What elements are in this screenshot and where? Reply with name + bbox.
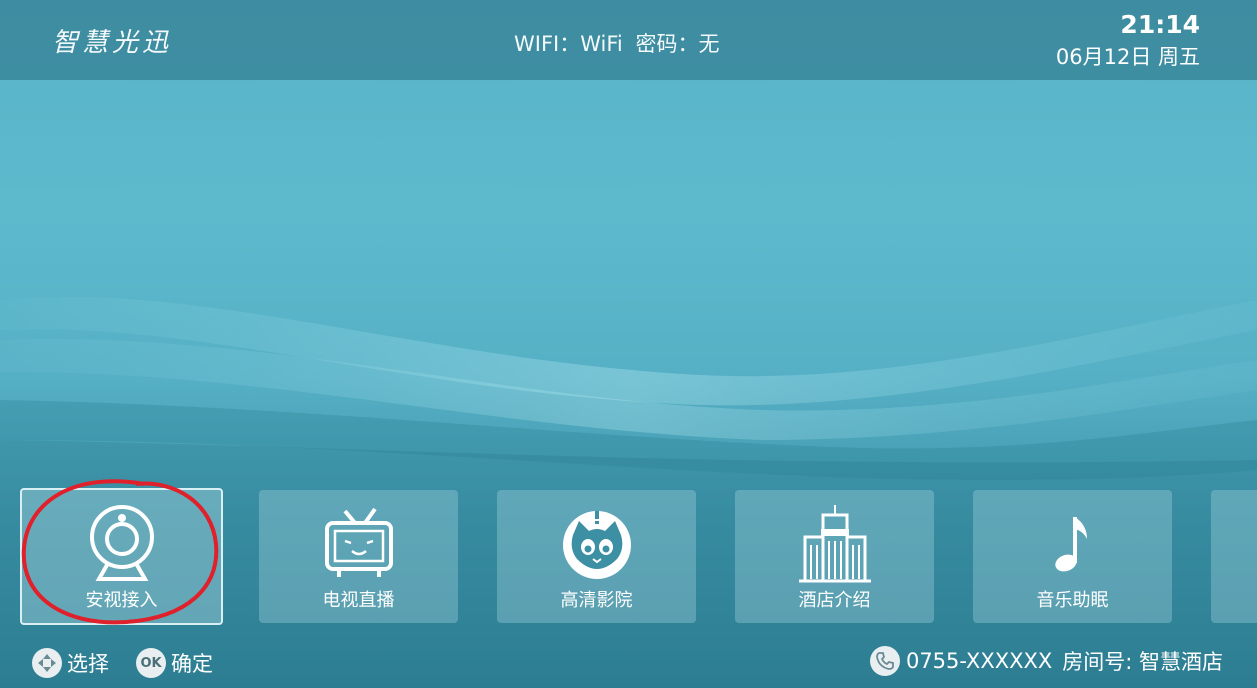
phone-number: 0755-XXXXXX (905, 649, 1053, 673)
tile-music-sleep[interactable]: 音乐助眠 (973, 490, 1172, 623)
tile-next-partial[interactable] (1211, 490, 1257, 623)
select-hint-label: 选择 (67, 652, 109, 676)
clock-date: 06月12日 周五 (1055, 45, 1200, 69)
tv-icon (314, 502, 404, 584)
music-note-icon (1028, 502, 1118, 584)
webcam-icon (77, 502, 167, 584)
ok-button-icon: OK (136, 648, 166, 678)
confirm-hint-label: 确定 (171, 652, 213, 676)
wifi-info: WIFI：WiFi 密码：无 (514, 28, 725, 58)
dpad-icon (32, 648, 62, 678)
phone-icon (869, 646, 900, 676)
select-hint: 选择 (32, 648, 109, 678)
tile-anshi-access[interactable]: 安视接入 (20, 488, 223, 625)
top-status-bar: 智慧光迅 WIFI：WiFi 密码：无 21:14 06月12日 周五 (0, 0, 1257, 80)
tile-label: 酒店介绍 (798, 590, 871, 611)
tile-hotel-intro[interactable]: 酒店介绍 (735, 490, 934, 623)
bottom-hint-bar: 选择 OK 确定 0755-XXXXXX 房间号: 智慧酒店 (0, 640, 1257, 688)
cat-icon (552, 502, 642, 584)
room-number: 房间号: 智慧酒店 (1062, 650, 1223, 674)
contact-info: 0755-XXXXXX 房间号: 智慧酒店 (869, 646, 1223, 676)
clock-time: 21:14 (1120, 10, 1200, 39)
hotel-building-icon (790, 502, 880, 584)
app-tile-row: 安视接入 电视直播 高清影院 酒店介绍 音乐助眠 (0, 488, 1257, 628)
tile-label: 音乐助眠 (1036, 590, 1109, 611)
tile-hd-cinema[interactable]: 高清影院 (497, 490, 696, 623)
wifi-name: WIFI：WiFi (514, 32, 623, 56)
wifi-password: 密码：无 (635, 32, 720, 56)
confirm-hint: OK 确定 (136, 648, 213, 678)
tile-label: 高清影院 (560, 590, 633, 611)
tile-label: 安视接入 (85, 590, 158, 611)
brand-logo: 智慧光迅 (52, 28, 173, 58)
tile-tv-live[interactable]: 电视直播 (259, 490, 458, 623)
tile-label: 电视直播 (322, 590, 395, 611)
clock: 21:14 06月12日 周五 (1056, 8, 1200, 72)
